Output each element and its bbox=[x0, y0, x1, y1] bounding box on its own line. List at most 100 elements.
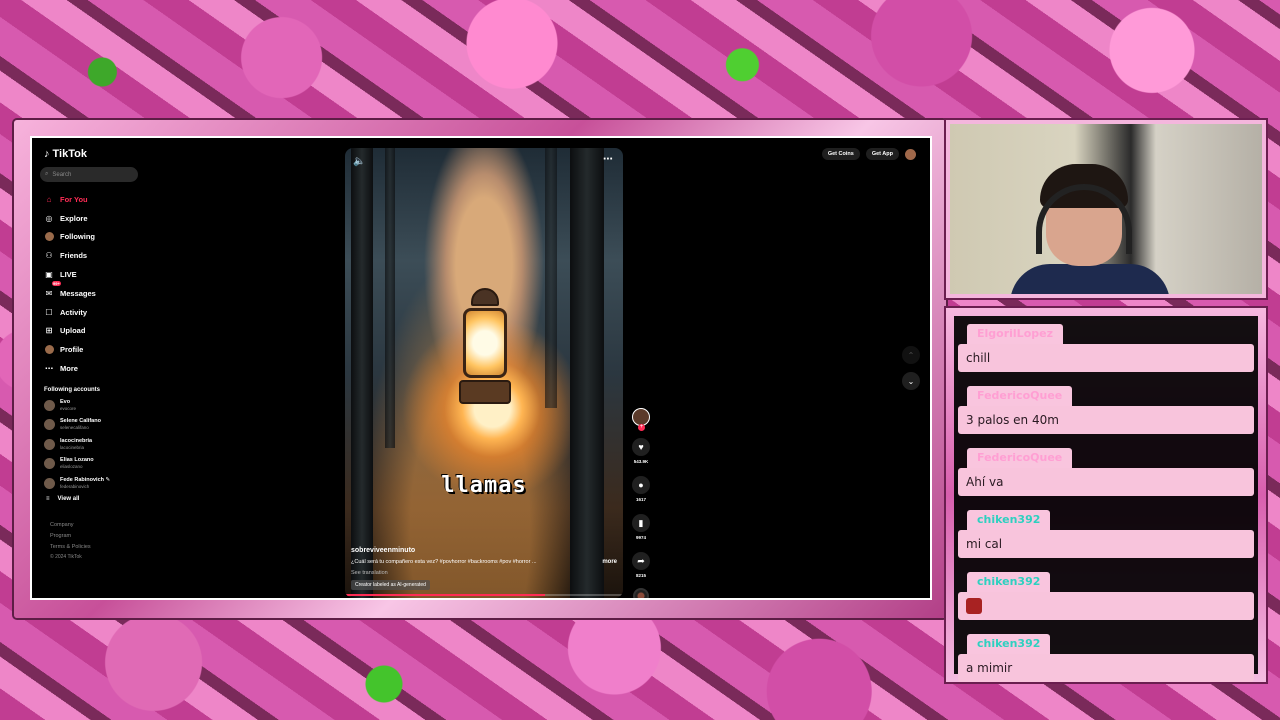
footer-link-program[interactable]: Program bbox=[50, 531, 144, 542]
share-button[interactable]: ➦ 8215 bbox=[632, 552, 650, 578]
chevron-down-icon: ⌄ bbox=[907, 376, 915, 386]
sidebar-item-profile[interactable]: Profile bbox=[40, 340, 144, 359]
sidebar-item-label: For You bbox=[60, 194, 88, 204]
sidebar-item-label: Upload bbox=[60, 326, 86, 336]
comment-icon: ● bbox=[632, 476, 650, 494]
chat-overlay: ElgorilLopez chill FedericoQuee 3 palos … bbox=[944, 306, 1268, 684]
video-tree bbox=[545, 148, 557, 408]
captured-window: ♪ TikTok ⌕ Search ⌂ For You ◎ Explore Fo… bbox=[30, 136, 932, 600]
view-all-button[interactable]: ≡ View all bbox=[40, 496, 144, 502]
view-all-label: View all bbox=[57, 496, 80, 503]
chat-list: ElgorilLopez chill FedericoQuee 3 palos … bbox=[954, 316, 1258, 682]
video-tree bbox=[570, 148, 604, 598]
footer-link-company[interactable]: Company bbox=[50, 520, 144, 531]
tiktok-app: ♪ TikTok ⌕ Search ⌂ For You ◎ Explore Fo… bbox=[32, 138, 930, 598]
tiktok-note-icon: ♪ bbox=[44, 148, 50, 160]
compass-icon: ◎ bbox=[45, 213, 53, 223]
chevron-up-icon: ⌃ bbox=[907, 350, 915, 360]
avatar bbox=[44, 477, 55, 489]
video-progress-bar[interactable] bbox=[345, 594, 623, 596]
sidebar-nav: ⌂ For You ◎ Explore Following ⚇ Friends bbox=[40, 190, 144, 378]
bookmark-icon: ▮ bbox=[632, 514, 650, 532]
tiktok-logo[interactable]: ♪ TikTok bbox=[44, 148, 144, 160]
footer-link-terms[interactable]: Terms & Policies bbox=[50, 542, 144, 553]
video-options-icon[interactable]: ⋯ bbox=[603, 154, 613, 165]
see-translation-link[interactable]: See translation bbox=[351, 570, 617, 576]
sidebar-item-messages[interactable]: ✉ 99+ Messages bbox=[40, 280, 144, 303]
sidebar-item-for-you[interactable]: ⌂ For You bbox=[40, 190, 144, 209]
get-app-button[interactable]: Get App bbox=[865, 148, 899, 160]
sidebar-item-more[interactable]: ⋯ More bbox=[40, 359, 144, 378]
volume-icon[interactable]: 🔈 bbox=[353, 156, 365, 167]
chat-username: chiken392 bbox=[967, 634, 1051, 654]
stream-frame: ♪ TikTok ⌕ Search ⌂ For You ◎ Explore Fo… bbox=[14, 120, 946, 618]
sidebar-item-upload[interactable]: ⊞ Upload bbox=[40, 322, 144, 341]
next-video-button[interactable]: ⌄ bbox=[902, 372, 920, 390]
account-name: Fede Rabinovich ✎ bbox=[60, 476, 111, 483]
video-tree bbox=[385, 148, 395, 448]
sidebar-item-activity[interactable]: ☐ Activity bbox=[40, 303, 144, 322]
copyright: © 2024 TikTok bbox=[50, 554, 82, 561]
ai-generated-label: Creator labeled as AI-generated bbox=[351, 580, 430, 590]
following-account[interactable]: Selene Califano selenecalifano bbox=[40, 417, 144, 432]
following-accounts-title: Following accounts bbox=[44, 386, 101, 393]
following-account[interactable]: Evo evocore bbox=[40, 398, 144, 413]
more-icon: ⋯ bbox=[45, 364, 53, 374]
user-avatar[interactable] bbox=[905, 148, 916, 160]
creator-avatar[interactable]: + bbox=[632, 408, 650, 431]
chat-message: ElgorilLopez chill bbox=[958, 324, 1254, 372]
following-account[interactable]: lacocinebria lacocinebria bbox=[40, 437, 144, 452]
share-count: 8215 bbox=[635, 573, 646, 578]
webcam-overlay bbox=[944, 118, 1268, 300]
music-disc-icon[interactable] bbox=[633, 588, 649, 598]
chat-username: ElgorilLopez bbox=[967, 324, 1063, 344]
search-input[interactable]: ⌕ Search bbox=[40, 167, 138, 182]
video-progress-fill bbox=[345, 594, 546, 596]
video-meta: sobreviveenminuto ¿Cuál será tu compañer… bbox=[351, 547, 617, 576]
chat-message: FedericoQuee Ahí va bbox=[958, 448, 1254, 496]
sidebar-item-label: Following bbox=[60, 232, 95, 242]
chat-text: 3 palos en 40m bbox=[958, 406, 1254, 434]
follow-plus-icon[interactable]: + bbox=[638, 424, 645, 431]
account-handle: selenecalifano bbox=[60, 425, 89, 431]
list-icon: ≡ bbox=[46, 496, 50, 503]
upload-icon: ⊞ bbox=[45, 326, 53, 336]
header-actions: Get Coins Get App bbox=[821, 148, 916, 160]
avatar bbox=[44, 458, 55, 470]
sidebar-item-explore[interactable]: ◎ Explore bbox=[40, 209, 144, 228]
previous-video-button[interactable]: ⌃ bbox=[902, 346, 920, 364]
activity-icon: ☐ bbox=[45, 307, 53, 317]
chat-message: chiken392 a mimir bbox=[958, 634, 1254, 682]
search-placeholder: Search bbox=[52, 171, 72, 178]
like-button[interactable]: ♥ 543.9K bbox=[632, 438, 650, 464]
following-account[interactable]: Fede Rabinovich ✎ federabinovich bbox=[40, 476, 144, 491]
chat-text-emote bbox=[958, 592, 1254, 620]
following-account[interactable]: Elias Lozano eliaslozano bbox=[40, 456, 144, 471]
sidebar-item-label: Activity bbox=[60, 307, 88, 317]
chat-text: a mimir bbox=[958, 654, 1254, 682]
sidebar-item-label: Messages bbox=[60, 288, 96, 298]
sidebar-item-friends[interactable]: ⚇ Friends bbox=[40, 246, 144, 265]
friends-icon: ⚇ bbox=[45, 251, 53, 261]
sidebar-item-label: Profile bbox=[60, 345, 84, 355]
sidebar-item-following[interactable]: Following bbox=[40, 228, 144, 247]
video-tree bbox=[351, 148, 373, 598]
comment-button[interactable]: ● 1617 bbox=[632, 476, 650, 502]
chat-message: FedericoQuee 3 palos en 40m bbox=[958, 386, 1254, 434]
comment-count: 1617 bbox=[635, 497, 646, 502]
account-handle: lacocinebria bbox=[60, 444, 85, 450]
chat-message: chiken392 mi cal bbox=[958, 510, 1254, 558]
profile-avatar-icon bbox=[44, 345, 54, 355]
video-description-text: ¿Cuál será tu compañero esta vez? #povho… bbox=[351, 559, 537, 565]
get-coins-button[interactable]: Get Coins bbox=[821, 148, 860, 160]
webcam-feed bbox=[950, 124, 1262, 294]
share-icon: ➦ bbox=[632, 552, 650, 570]
sidebar: ♪ TikTok ⌕ Search ⌂ For You ◎ Explore Fo… bbox=[32, 138, 152, 598]
save-button[interactable]: ▮ 9974 bbox=[632, 514, 650, 540]
more-button[interactable]: more bbox=[602, 559, 617, 565]
video-author[interactable]: sobreviveenminuto bbox=[351, 547, 617, 554]
video-player[interactable]: 🔈 ⋯ llamas sobreviveenminuto ¿Cuál será … bbox=[345, 148, 623, 598]
avatar bbox=[44, 438, 55, 450]
save-count: 9974 bbox=[635, 535, 646, 540]
video-actions: + ♥ 543.9K ● 1617 ▮ 9974 ➦ 8215 bbox=[629, 408, 653, 598]
